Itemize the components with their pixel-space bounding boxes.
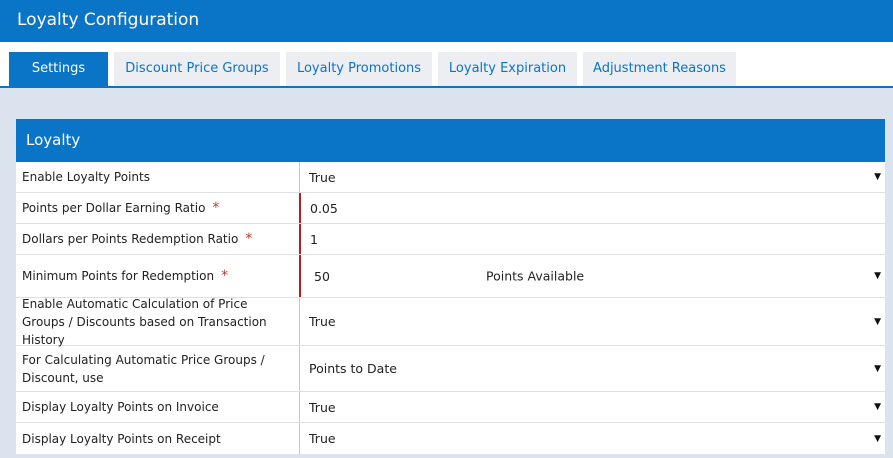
dollars-per-points-input[interactable]: 1 [299, 224, 885, 254]
input-value: 1 [310, 231, 318, 247]
required-marker: * [221, 268, 229, 284]
select-value: Points to Date [309, 361, 397, 376]
setting-label: Dollars per Points Redemption Ratio * [22, 231, 253, 247]
setting-row-display-on-invoice: Display Loyalty Points on Invoice True ▼ [16, 392, 885, 423]
caret-down-icon: ▼ [874, 316, 881, 327]
input-value[interactable]: 50 [314, 269, 330, 284]
required-marker: * [245, 231, 253, 247]
select-value: True [309, 314, 336, 329]
setting-label: Minimum Points for Redemption * [22, 268, 229, 284]
required-marker: * [212, 200, 220, 216]
minimum-points-field[interactable]: 50 Points Available ▼ [299, 255, 885, 297]
select-value: True [309, 169, 336, 185]
points-per-dollar-input[interactable]: 0.05 [299, 193, 885, 223]
caret-down-icon: ▼ [874, 271, 881, 281]
panel-header: Loyalty [16, 119, 885, 162]
app-title: Loyalty Configuration [17, 10, 200, 30]
setting-row-auto-calculation-basis: For Calculating Automatic Price Groups /… [16, 346, 885, 392]
setting-row-dollars-per-points: Dollars per Points Redemption Ratio * 1 [16, 224, 885, 255]
tab-adjustment-reasons[interactable]: Adjustment Reasons [583, 52, 736, 86]
tab-loyalty-expiration[interactable]: Loyalty Expiration [438, 52, 577, 86]
setting-label: Display Loyalty Points on Invoice [22, 400, 219, 414]
tab-discount-price-groups[interactable]: Discount Price Groups [114, 52, 280, 86]
caret-down-icon: ▼ [874, 402, 881, 412]
select-value: True [309, 431, 336, 446]
setting-label: Enable Loyalty Points [22, 170, 150, 184]
enable-auto-calculation-select[interactable]: True ▼ [299, 298, 885, 345]
caret-down-icon: ▼ [874, 172, 881, 182]
setting-row-points-per-dollar: Points per Dollar Earning Ratio * 0.05 [16, 193, 885, 224]
setting-row-minimum-points: Minimum Points for Redemption * 50 Points… [16, 255, 885, 298]
setting-row-enable-auto-calculation: Enable Automatic Calculation of Price Gr… [16, 296, 885, 347]
input-value: 0.05 [310, 200, 338, 216]
setting-label: Enable Automatic Calculation of Price Gr… [22, 296, 267, 347]
enable-loyalty-points-select[interactable]: True ▼ [299, 162, 885, 192]
caret-down-icon: ▼ [874, 363, 881, 374]
auto-calculation-basis-select[interactable]: Points to Date ▼ [299, 346, 885, 391]
select-value: True [309, 399, 336, 415]
tab-loyalty-promotions[interactable]: Loyalty Promotions [286, 52, 432, 86]
setting-label: Display Loyalty Points on Receipt [22, 431, 221, 446]
setting-row-enable-loyalty-points: Enable Loyalty Points True ▼ [16, 162, 885, 193]
tab-settings[interactable]: Settings [9, 52, 108, 86]
tab-strip: Settings Discount Price Groups Loyalty P… [0, 42, 893, 88]
setting-row-display-on-receipt: Display Loyalty Points on Receipt True ▼ [16, 423, 885, 454]
points-available-select[interactable]: Points Available [486, 269, 584, 284]
display-on-invoice-select[interactable]: True ▼ [299, 392, 885, 422]
setting-label: Points per Dollar Earning Ratio * [22, 200, 220, 216]
setting-label: For Calculating Automatic Price Groups /… [22, 352, 265, 385]
caret-down-icon: ▼ [874, 433, 881, 444]
loyalty-panel: Loyalty Enable Loyalty Points True ▼ Poi… [16, 119, 885, 454]
top-bar: Loyalty Configuration [0, 0, 893, 42]
display-on-receipt-select[interactable]: True ▼ [299, 423, 885, 454]
panel-title: Loyalty [26, 131, 81, 149]
